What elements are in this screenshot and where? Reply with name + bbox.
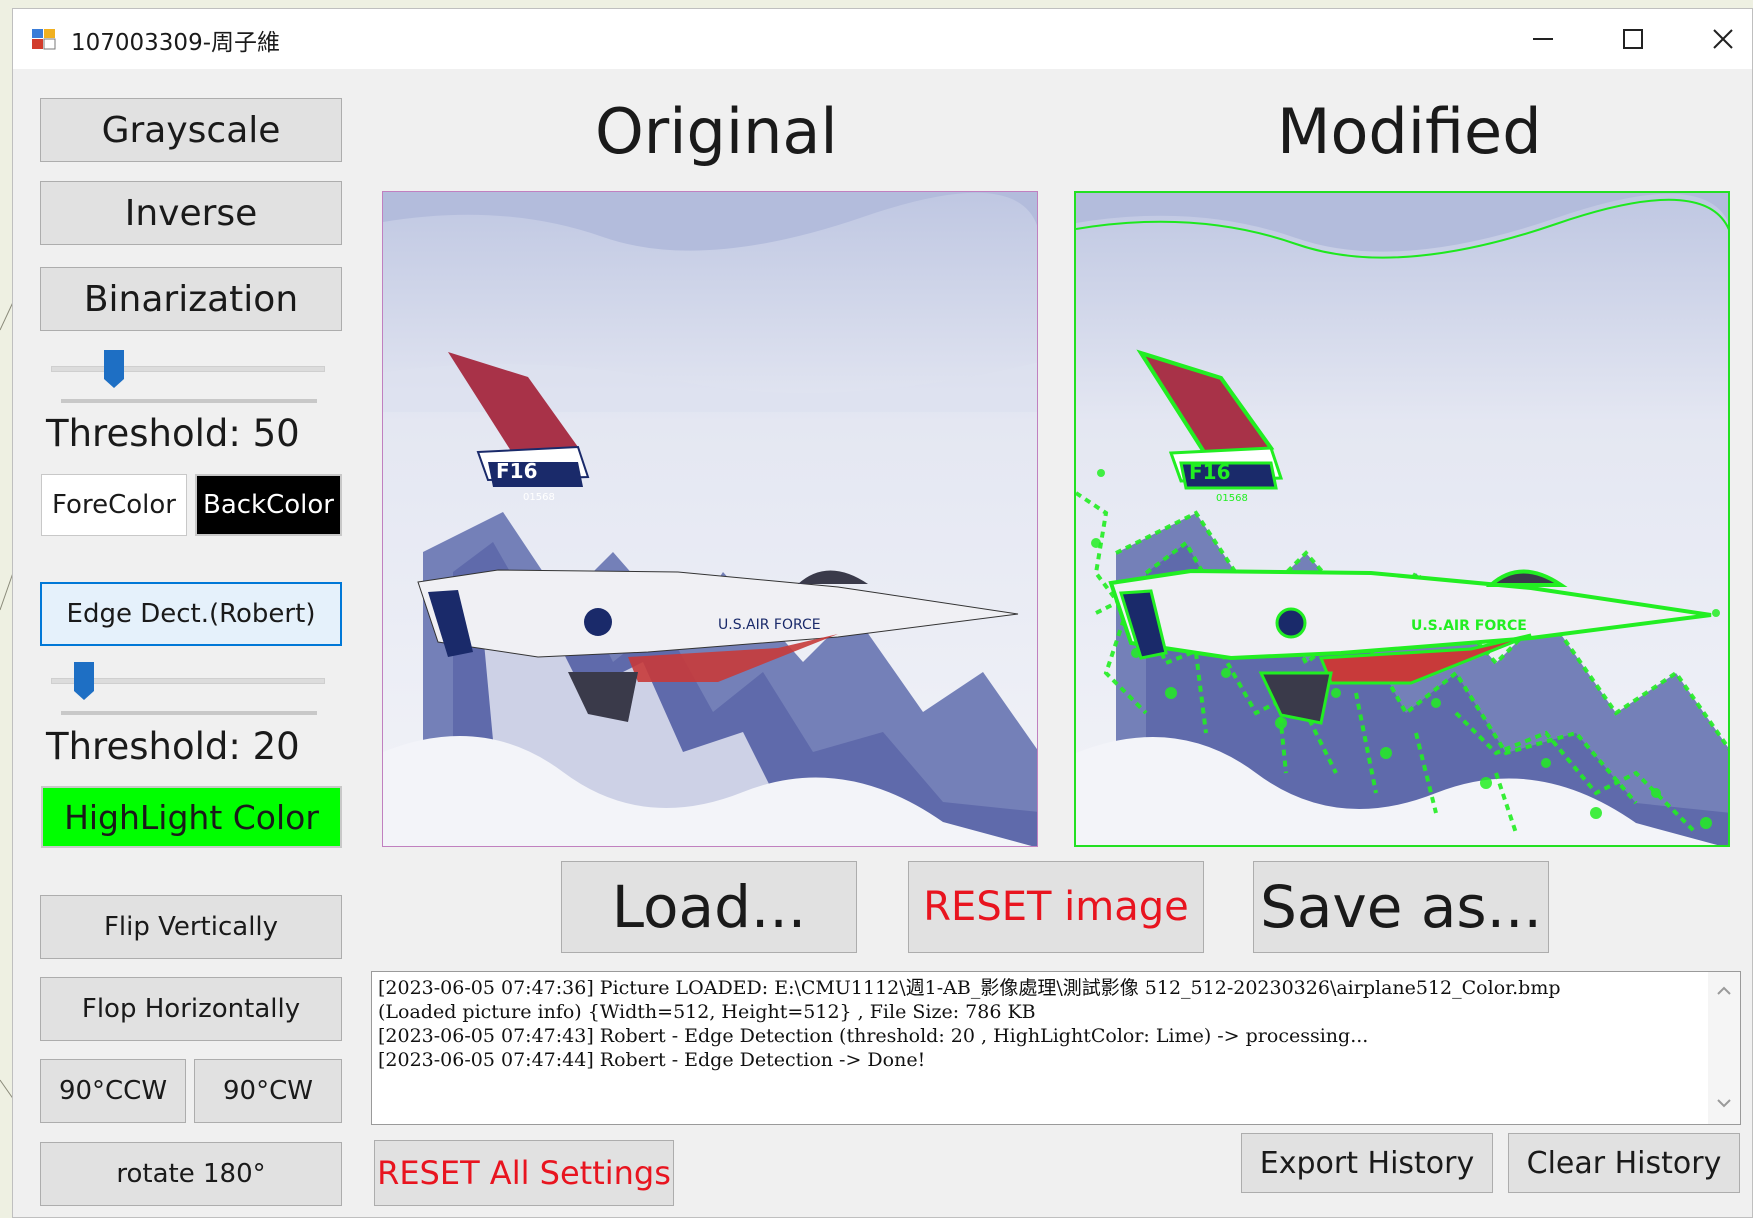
app-window: 107003309-周子維 Grayscale Inverse Binariza… bbox=[12, 8, 1753, 1218]
scroll-down-icon bbox=[1717, 1099, 1731, 1108]
title-bar[interactable]: 107003309-周子維 bbox=[13, 9, 1752, 69]
load-button[interactable]: Load... bbox=[561, 861, 857, 953]
grayscale-button[interactable]: Grayscale bbox=[40, 98, 342, 162]
log-line: [2023-06-05 07:47:44] Robert - Edge Dete… bbox=[378, 1049, 926, 1071]
log-line: [2023-06-05 07:47:36] Picture LOADED: E:… bbox=[378, 977, 1561, 999]
log-line: (Loaded picture info) {Width=512, Height… bbox=[378, 1001, 1036, 1023]
fuselage-text: U.S.AIR FORCE bbox=[1411, 618, 1527, 634]
modified-image: U.S.AIR FORCE F16 01568 bbox=[1074, 191, 1730, 847]
reset-all-settings-button[interactable]: RESET All Settings bbox=[374, 1140, 674, 1206]
save-as-button[interactable]: Save as... bbox=[1253, 861, 1549, 953]
flip-vertically-button[interactable]: Flip Vertically bbox=[40, 895, 342, 959]
original-picture: U.S.AIR FORCE F16 01568 bbox=[383, 192, 1037, 846]
slider-track bbox=[51, 366, 325, 372]
slider-tick-line bbox=[61, 711, 317, 715]
binarization-threshold-label: Threshold: 50 bbox=[46, 412, 300, 455]
fuselage-text: U.S.AIR FORCE bbox=[718, 617, 821, 633]
clear-history-button[interactable]: Clear History bbox=[1508, 1133, 1740, 1193]
maximize-icon bbox=[1623, 29, 1643, 49]
history-log[interactable]: [2023-06-05 07:47:36] Picture LOADED: E:… bbox=[371, 971, 1741, 1125]
scroll-up-icon bbox=[1717, 986, 1731, 995]
slider-thumb[interactable] bbox=[103, 349, 125, 389]
fore-color-button[interactable]: ForeColor bbox=[41, 474, 187, 536]
tail-text: F16 bbox=[1189, 460, 1231, 484]
slider-thumb[interactable] bbox=[73, 661, 95, 701]
log-scrollbar[interactable] bbox=[1708, 972, 1740, 1124]
highlight-color-button[interactable]: HighLight Color bbox=[41, 786, 342, 848]
back-color-button[interactable]: BackColor bbox=[195, 474, 342, 536]
serial-text: 01568 bbox=[1216, 493, 1248, 504]
edge-detect-robert-button[interactable]: Edge Dect.(Robert) bbox=[40, 582, 342, 646]
log-line: [2023-06-05 07:47:43] Robert - Edge Dete… bbox=[378, 1025, 1369, 1047]
serial-text: 01568 bbox=[523, 492, 555, 503]
export-history-button[interactable]: Export History bbox=[1241, 1133, 1493, 1193]
scrollbar-arrows bbox=[1717, 986, 1731, 1108]
original-heading: Original bbox=[595, 95, 838, 168]
minimize-button[interactable] bbox=[1498, 9, 1588, 69]
window-title: 107003309-周子維 bbox=[71, 30, 280, 56]
edge-threshold-slider[interactable] bbox=[51, 661, 331, 721]
close-button[interactable] bbox=[1678, 9, 1753, 69]
slider-tick-line bbox=[61, 399, 317, 403]
binarization-threshold-slider[interactable] bbox=[51, 349, 331, 409]
minimize-icon bbox=[1533, 38, 1553, 40]
modified-picture: U.S.AIR FORCE F16 01568 bbox=[1076, 193, 1728, 845]
maximize-button[interactable] bbox=[1588, 9, 1678, 69]
tail-text: F16 bbox=[496, 459, 538, 483]
rotate-180-button[interactable]: rotate 180° bbox=[40, 1142, 342, 1206]
inverse-button[interactable]: Inverse bbox=[40, 181, 342, 245]
reset-image-button[interactable]: RESET image bbox=[908, 861, 1204, 953]
app-icon bbox=[32, 29, 56, 50]
edge-threshold-label: Threshold: 20 bbox=[46, 725, 300, 768]
rotate-90-cw-button[interactable]: 90°CW bbox=[194, 1059, 342, 1123]
original-image: U.S.AIR FORCE F16 01568 bbox=[382, 191, 1038, 847]
modified-heading: Modified bbox=[1277, 95, 1542, 168]
binarization-button[interactable]: Binarization bbox=[40, 267, 342, 331]
flop-horizontally-button[interactable]: Flop Horizontally bbox=[40, 977, 342, 1041]
rotate-90-ccw-button[interactable]: 90°CCW bbox=[40, 1059, 186, 1123]
close-icon bbox=[1713, 29, 1733, 49]
